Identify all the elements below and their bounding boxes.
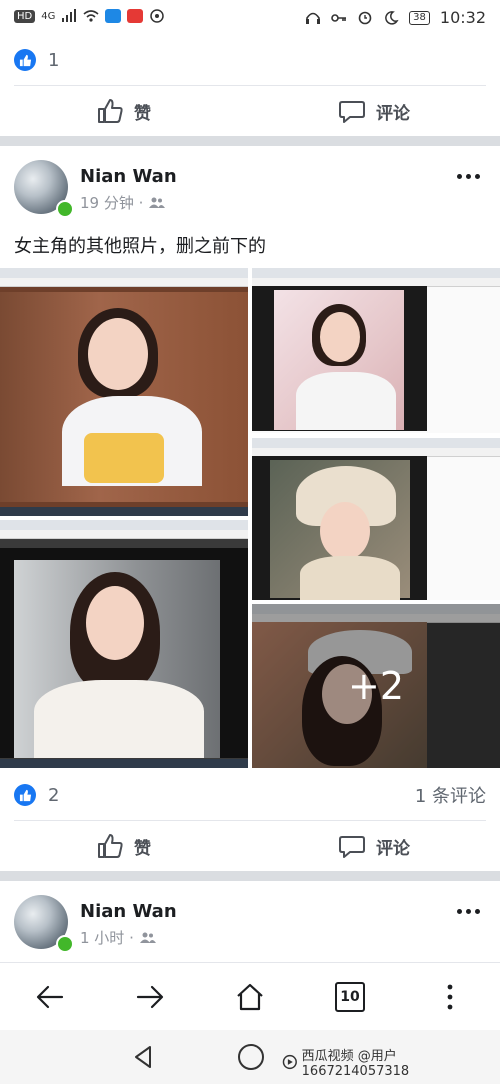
post-time[interactable]: 19 分钟 ·	[80, 192, 143, 213]
comment-bubble-icon	[339, 101, 365, 123]
like-label: 赞	[134, 838, 151, 859]
like-count: 1	[48, 49, 60, 71]
news-notification-icon	[127, 9, 144, 23]
more-photos-count: +2	[347, 664, 405, 708]
photo-5[interactable]: +2	[252, 604, 500, 768]
more-photos-overlay[interactable]: +2	[252, 604, 500, 768]
like-count: 2	[48, 784, 60, 806]
online-status-dot	[56, 935, 74, 953]
post-meta: 1 小时 ·	[80, 927, 156, 948]
key-icon	[331, 13, 347, 22]
comment-button[interactable]: 评论	[338, 86, 410, 136]
friends-audience-icon	[149, 197, 166, 208]
watermark-text: 西瓜视频 @用户1667214057318	[301, 1049, 410, 1079]
xigua-logo-icon	[282, 1054, 297, 1070]
home-button[interactable]	[230, 977, 270, 1017]
comment-label: 评论	[376, 838, 410, 859]
battery-level: 38	[409, 10, 430, 25]
post-more-options[interactable]	[457, 909, 480, 914]
network-indicator: 4G	[41, 10, 56, 22]
like-reaction-icon	[14, 49, 36, 71]
headphones-icon	[306, 12, 321, 24]
system-back-icon[interactable]	[132, 1045, 154, 1069]
comment-count[interactable]: 1 条评论	[415, 782, 486, 808]
browser-notification-icon	[150, 9, 165, 23]
moon-icon	[385, 10, 399, 25]
vertical-dots-icon	[447, 984, 453, 1010]
comment-label: 评论	[376, 103, 410, 124]
arrow-left-icon	[36, 985, 64, 1009]
like-button[interactable]: 赞	[96, 86, 151, 136]
post-meta: 19 分钟 ·	[80, 192, 166, 213]
tab-count: 10	[335, 982, 365, 1012]
app-notification-icon	[105, 9, 122, 23]
photo-3[interactable]	[252, 438, 500, 600]
forward-button[interactable]	[130, 977, 170, 1017]
signal-icon	[62, 9, 77, 22]
comment-bubble-icon	[339, 836, 365, 858]
post2-reactions[interactable]: 2 1 条评论	[0, 773, 500, 817]
like-reaction-icon	[14, 784, 36, 806]
post-separator	[0, 136, 500, 146]
back-button[interactable]	[30, 977, 70, 1017]
author-name[interactable]: Nian Wan	[80, 166, 177, 187]
photo-2[interactable]	[252, 268, 500, 433]
post-more-options[interactable]	[457, 174, 480, 179]
post3-header: Nian Wan 1 小时 ·	[0, 895, 500, 965]
post-text: 女主角的其他照片，删之前下的	[14, 236, 266, 257]
system-navigation-bar: 西瓜视频 @用户1667214057318	[0, 1030, 500, 1084]
thumbs-up-icon	[98, 834, 123, 858]
comment-button[interactable]: 评论	[338, 821, 410, 871]
menu-button[interactable]	[430, 977, 470, 1017]
like-button[interactable]: 赞	[96, 821, 151, 871]
post-time[interactable]: 1 小时 ·	[80, 927, 134, 948]
photo-4[interactable]	[0, 520, 248, 768]
browser-toolbar: 10	[0, 962, 500, 1031]
hd-indicator: HD	[14, 9, 36, 23]
status-bar: HD 4G 38 10:32	[0, 0, 500, 36]
post-separator	[0, 871, 500, 881]
photo-1[interactable]	[0, 268, 248, 516]
system-home-icon[interactable]	[238, 1044, 264, 1070]
post2-header: Nian Wan 19 分钟 ·	[0, 160, 500, 230]
post2-actions: 赞 评论	[0, 821, 500, 871]
wifi-icon	[83, 10, 99, 22]
video-watermark: 西瓜视频 @用户1667214057318	[282, 1045, 500, 1079]
friends-audience-icon	[139, 932, 156, 943]
author-name[interactable]: Nian Wan	[80, 901, 177, 922]
post1-reactions[interactable]: 1	[0, 38, 500, 82]
clock: 10:32	[439, 8, 486, 27]
home-icon	[237, 983, 263, 1011]
alarm-icon	[358, 11, 372, 24]
arrow-right-icon	[136, 985, 164, 1009]
thumbs-up-icon	[98, 99, 123, 123]
post1-actions: 赞 评论	[0, 86, 500, 136]
like-label: 赞	[134, 103, 151, 124]
photo-grid: +2	[0, 268, 500, 768]
online-status-dot	[56, 200, 74, 218]
tabs-button[interactable]: 10	[330, 977, 370, 1017]
